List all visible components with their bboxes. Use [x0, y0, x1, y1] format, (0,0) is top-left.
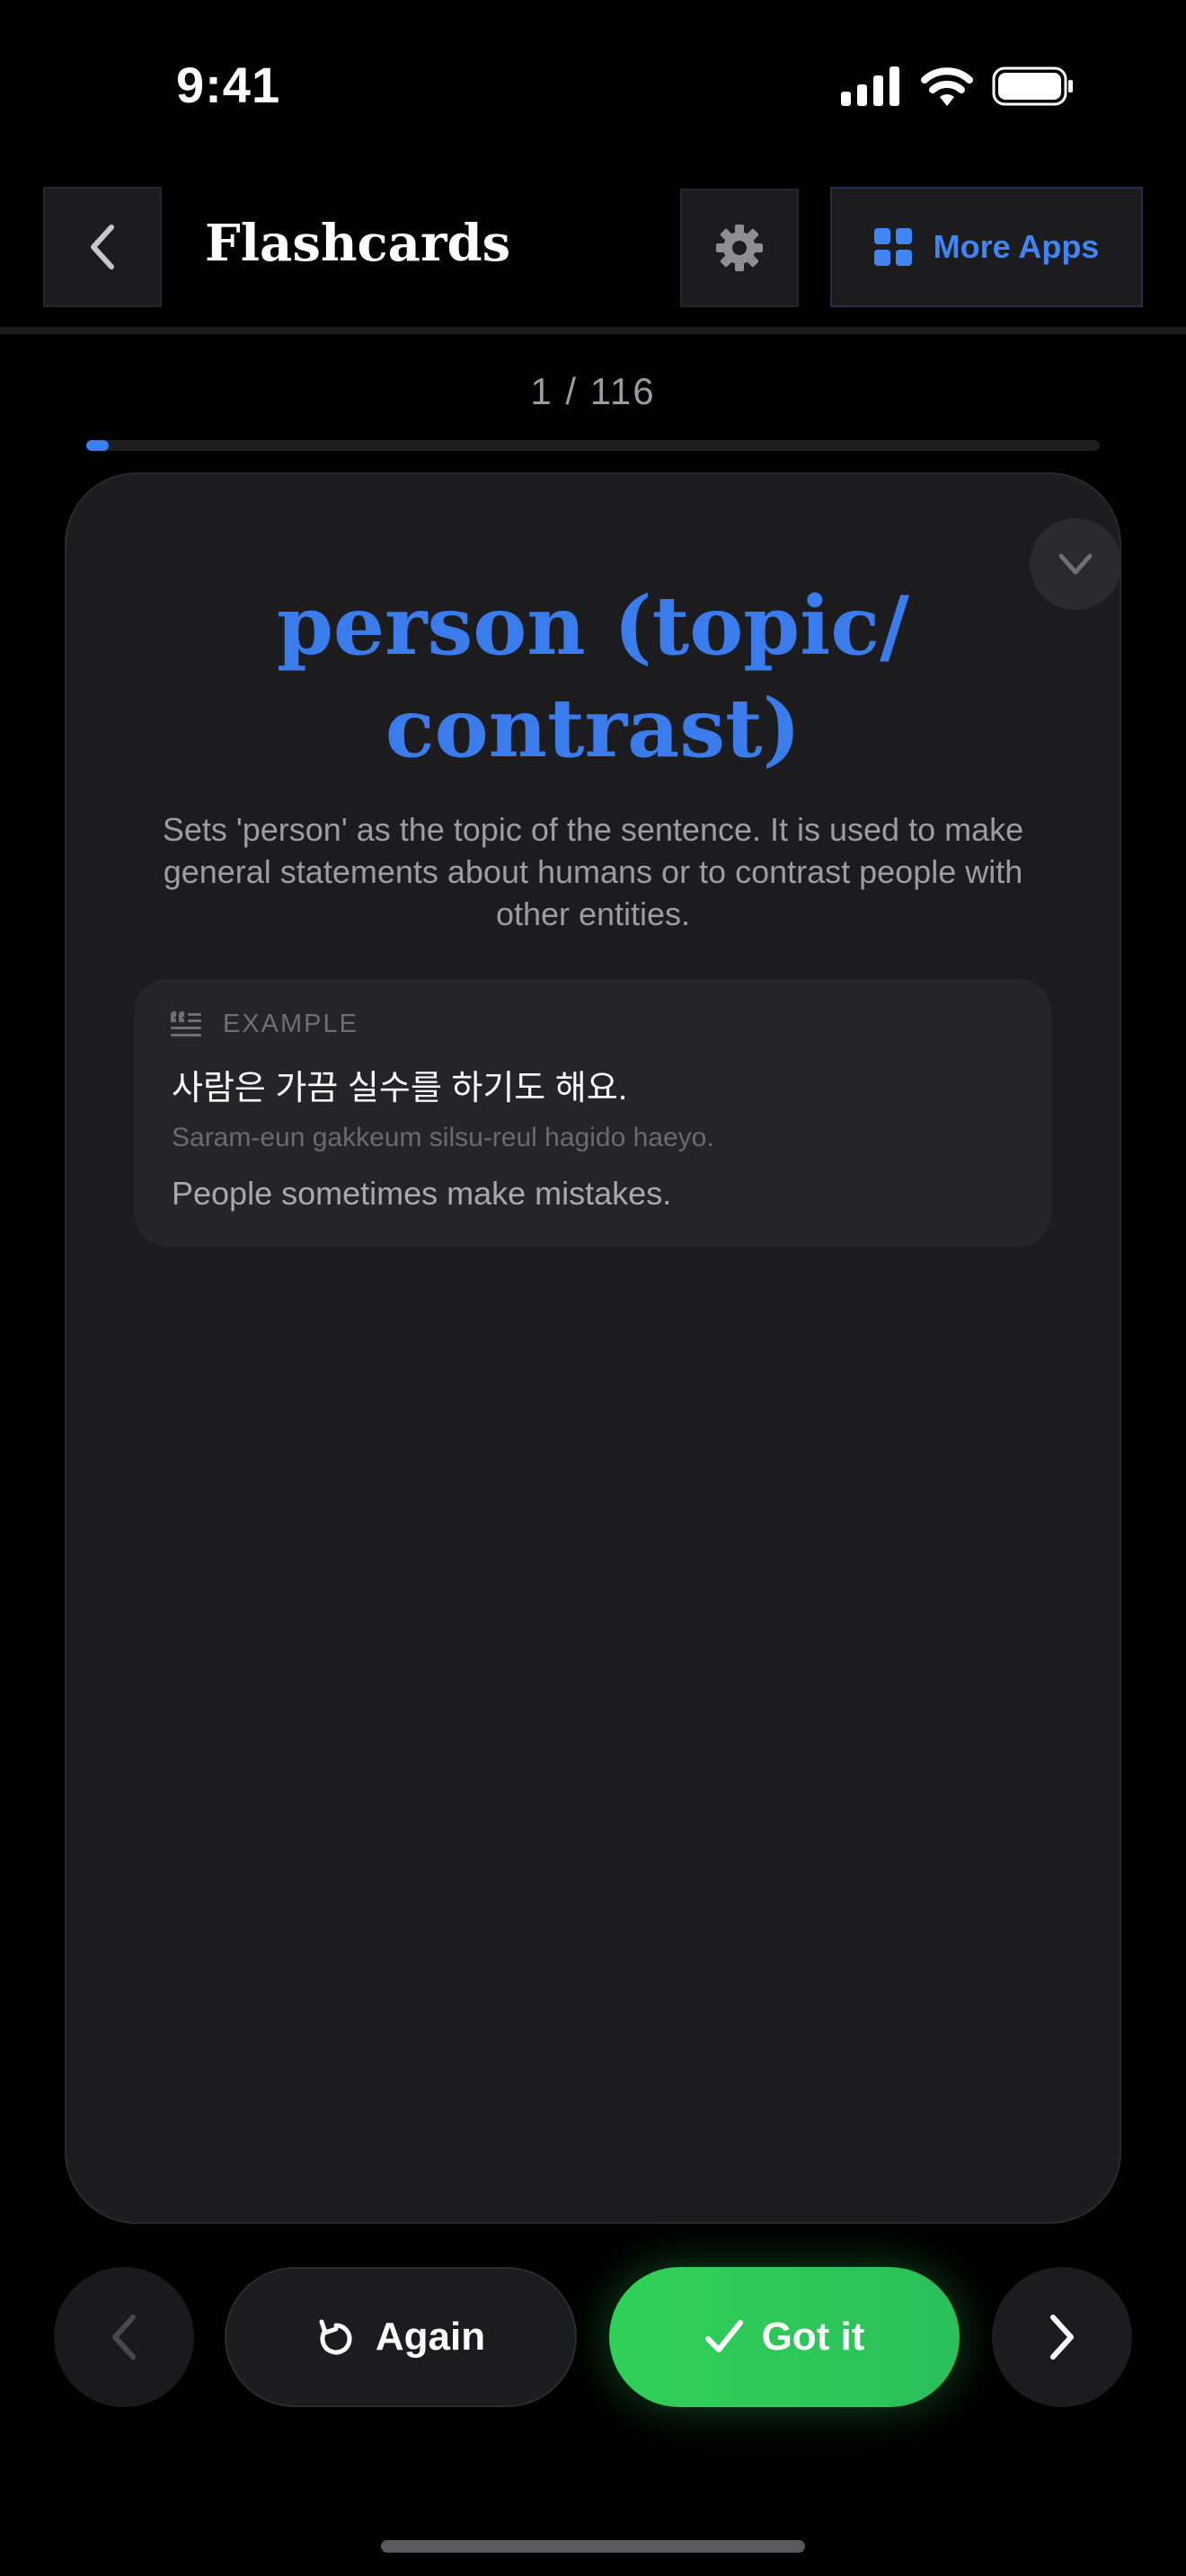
- more-apps-label: More Apps: [933, 228, 1100, 265]
- header-divider: [0, 327, 1186, 334]
- example-korean: 사람은 가끔 실수를 하기도 해요.: [172, 1070, 628, 1107]
- previous-card-button[interactable]: [54, 2267, 194, 2407]
- grid-icon: [873, 228, 912, 266]
- more-apps-button[interactable]: More Apps: [830, 187, 1143, 307]
- progress-fill: [86, 440, 109, 451]
- chevron-left-icon: [112, 2315, 136, 2360]
- wifi-icon: [921, 67, 973, 106]
- example-english: People sometimes make mistakes.: [172, 1175, 672, 1212]
- progress-counter: 1 / 116: [530, 370, 656, 412]
- progress-bar: [86, 440, 1100, 451]
- collapse-button[interactable]: [1030, 518, 1121, 610]
- chevron-right-icon: [1050, 2315, 1074, 2360]
- quote-icon: [171, 1010, 201, 1037]
- card-term: person (topic/ contrast): [276, 578, 910, 776]
- card-definition: Sets 'person' as the topic of the senten…: [162, 811, 1024, 932]
- status-time: 9:41: [176, 57, 281, 113]
- example-header: EXAMPLE: [171, 1010, 358, 1039]
- battery-icon: [992, 66, 1073, 106]
- chevron-left-icon: [91, 225, 114, 269]
- retry-icon: [319, 2319, 352, 2355]
- cellular-signal-icon: [841, 66, 899, 106]
- again-label: Again: [375, 2315, 486, 2359]
- example-label: EXAMPLE: [223, 1010, 358, 1038]
- again-button[interactable]: Again: [225, 2267, 577, 2407]
- got-it-button[interactable]: Got it: [609, 2267, 960, 2407]
- back-button[interactable]: [43, 187, 162, 307]
- got-it-label: Got it: [761, 2315, 865, 2359]
- home-indicator: [381, 2540, 805, 2553]
- next-card-button[interactable]: [992, 2267, 1132, 2407]
- checkmark-icon: [704, 2320, 743, 2352]
- settings-button[interactable]: [680, 189, 799, 307]
- gear-icon: [716, 225, 763, 271]
- chevron-down-icon: [1058, 553, 1093, 575]
- page-title: Flashcards: [205, 214, 511, 273]
- example-romanization: Saram-eun gakkeum silsu-reul hagido haey…: [172, 1123, 714, 1152]
